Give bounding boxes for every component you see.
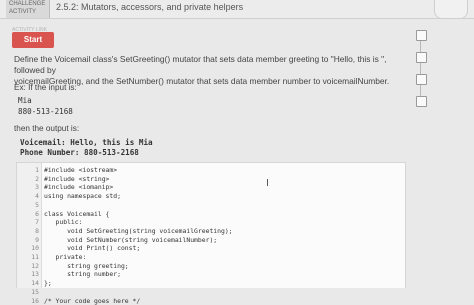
progress-step-box[interactable] — [416, 96, 427, 107]
start-button[interactable]: Start — [12, 32, 54, 48]
progress-connector — [420, 63, 421, 74]
code-line[interactable]: 1 #include <iostream> — [17, 166, 405, 175]
code-text[interactable]: }; — [44, 279, 52, 288]
example-output-label: then the output is: — [14, 124, 79, 133]
line-number: 9 — [17, 236, 39, 245]
progress-connector — [420, 85, 421, 96]
line-number: 14 — [17, 279, 39, 288]
code-text[interactable]: /* Your code goes here */ — [44, 297, 140, 305]
example-output-line: Voicemail: Hello, this is Mia — [20, 138, 153, 147]
instructions-line: Define the Voicemail class's SetGreeting… — [14, 54, 406, 76]
line-number: 10 — [17, 244, 39, 253]
header-collapse-toggle[interactable] — [434, 0, 468, 19]
line-number: 13 — [17, 270, 39, 279]
line-number: 15 — [17, 288, 39, 297]
line-number: 12 — [17, 262, 39, 271]
code-text[interactable]: string number; — [44, 270, 121, 279]
code-text[interactable]: void SetGreeting(string voicemailGreetin… — [44, 227, 233, 236]
code-text[interactable]: #include <iostream> — [44, 166, 117, 175]
code-line[interactable]: 4 using namespace std; — [17, 192, 405, 201]
activity-header: CHALLENGE ACTIVITY 2.5.2: Mutators, acce… — [0, 0, 474, 18]
code-line[interactable]: 11 private: — [17, 253, 405, 262]
code-line[interactable]: 15 — [17, 288, 405, 297]
code-text[interactable]: void Print() const; — [44, 244, 140, 253]
code-text[interactable]: using namespace std; — [44, 192, 121, 201]
progress-step-box[interactable] — [416, 74, 427, 85]
progress-step-box[interactable] — [416, 52, 427, 63]
code-text[interactable]: #include <string> — [44, 175, 109, 184]
code-text[interactable]: public: — [44, 218, 82, 227]
text-cursor-icon: I — [266, 178, 269, 189]
code-text[interactable]: #include <iomanip> — [44, 183, 113, 192]
activity-type-line1: CHALLENGE — [9, 0, 49, 8]
code-line[interactable]: 7 public: — [17, 218, 405, 227]
line-number: 8 — [17, 227, 39, 236]
example-input-label: Ex: If the input is: — [14, 83, 77, 92]
line-number: 7 — [17, 218, 39, 227]
example-output-line: Phone Number: 880-513-2168 — [20, 148, 139, 157]
code-line[interactable]: 6 class Voicemail { — [17, 210, 405, 219]
code-editor[interactable]: 1 #include <iostream> 2 #include <string> 3 #… — [16, 162, 406, 288]
progress-panel — [410, 20, 474, 287]
code-line[interactable]: 3 #include <iomanip> — [17, 183, 405, 192]
line-number: 16 — [17, 297, 39, 305]
line-number: 1 — [17, 166, 39, 175]
code-line[interactable]: 13 string number; — [17, 270, 405, 279]
code-line[interactable]: 2 #include <string> — [17, 175, 405, 184]
code-line[interactable]: 8 void SetGreeting(string voicemailGreet… — [17, 227, 405, 236]
code-text[interactable]: string greeting; — [44, 262, 129, 271]
line-number: 2 — [17, 175, 39, 184]
code-line[interactable]: 5 — [17, 201, 405, 210]
activity-content: ACTIVITY LINK Start Define the Voicemail… — [8, 20, 406, 287]
code-line[interactable]: 10 void Print() const; — [17, 244, 405, 253]
example-input-line: 880-513-2168 — [18, 107, 73, 116]
code-line[interactable]: 16 /* Your code goes here */ — [17, 297, 405, 305]
progress-step-box[interactable] — [416, 30, 427, 41]
line-number: 6 — [17, 210, 39, 219]
code-line[interactable]: 9 void SetNumber(string voicemailNumber)… — [17, 236, 405, 245]
line-number: 4 — [17, 192, 39, 201]
example-input-line: Mia — [18, 96, 32, 105]
line-number: 11 — [17, 253, 39, 262]
code-text[interactable]: private: — [44, 253, 86, 262]
code-text[interactable]: class Voicemail { — [44, 210, 109, 219]
code-line[interactable]: 12 string greeting; — [17, 262, 405, 271]
line-number: 5 — [17, 201, 39, 210]
code-text[interactable]: void SetNumber(string voicemailNumber); — [44, 236, 217, 245]
line-number: 3 — [17, 183, 39, 192]
activity-type-line2: ACTIVITY — [9, 8, 49, 16]
code-line[interactable]: 14}; — [17, 279, 405, 288]
progress-connector — [420, 41, 421, 52]
header-divider — [0, 18, 474, 19]
activity-type-badge: CHALLENGE ACTIVITY — [6, 0, 50, 18]
lesson-title: 2.5.2: Mutators, accessors, and private … — [56, 2, 243, 12]
